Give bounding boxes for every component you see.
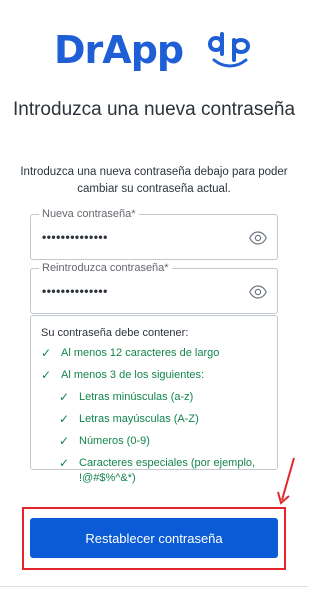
page-subtitle: Introduzca una nueva contraseña debajo p…: [20, 166, 288, 195]
repeat-password-value[interactable]: ••••••••••••••: [42, 284, 108, 298]
brand-dr: Dr: [54, 28, 103, 72]
rule-text: Letras minúsculas (a-z): [79, 391, 194, 403]
rule-sub-item: ✓ Letras minúsculas (a-z): [59, 390, 267, 405]
check-icon: ✓: [41, 346, 52, 360]
reset-password-button[interactable]: Restablecer contraseña: [30, 518, 278, 558]
dp-logo-icon: [207, 32, 251, 68]
rule-sub-item: ✓ Letras mayúsculas (A-Z): [59, 412, 267, 427]
rule-text: Al menos 3 de los siguientes:: [61, 369, 205, 381]
check-icon: ✓: [41, 368, 52, 382]
new-password-label: Nueva contraseña*: [39, 207, 139, 221]
rule-text: Números (0-9): [79, 435, 150, 447]
divider: [0, 586, 308, 587]
new-password-value[interactable]: ••••••••••••••: [42, 230, 108, 244]
rule-item: ✓ Al menos 12 caracteres de largo: [41, 346, 267, 361]
password-rules: Su contraseña debe contener: ✓ Al menos 1…: [30, 315, 278, 484]
rule-sub-item: ✓ Caracteres especiales (por ejemplo, !@#…: [59, 456, 267, 486]
eye-icon[interactable]: [249, 229, 267, 247]
eye-icon[interactable]: [249, 283, 267, 301]
annotation-arrow-icon: [277, 457, 295, 505]
check-icon: ✓: [59, 390, 70, 404]
repeat-password-label: Reintroduzca contraseña*: [39, 261, 172, 275]
check-icon: ✓: [59, 412, 70, 426]
check-icon: ✓: [59, 434, 70, 448]
rule-text: Al menos 12 caracteres de largo: [61, 347, 220, 359]
page-title: Introduzca una nueva contraseña: [12, 99, 296, 120]
rule-text: Caracteres especiales (por ejemplo, !@#$…: [79, 457, 256, 484]
rule-sub-item: ✓ Números (0-9): [59, 434, 267, 449]
rules-title: Su contraseña debe contener:: [41, 327, 189, 339]
new-password-field[interactable]: Nueva contraseña* ••••••••••••••: [30, 207, 278, 260]
check-icon: ✓: [59, 456, 70, 470]
repeat-password-field[interactable]: Reintroduzca contraseña* ••••••••••••••: [30, 261, 278, 314]
rule-item: ✓ Al menos 3 de los siguientes:: [41, 368, 267, 383]
logo: DrApp: [0, 26, 308, 82]
brand-app: App: [102, 28, 184, 72]
rule-text: Letras mayúsculas (A-Z): [79, 413, 199, 425]
brand-wordmark: DrApp: [54, 28, 184, 72]
